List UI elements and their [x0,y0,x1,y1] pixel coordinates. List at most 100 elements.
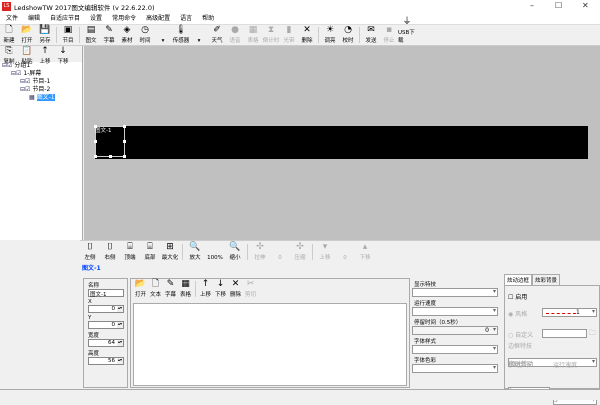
toolbar-button[interactable]: 🔍 缩小 [225,242,245,262]
led-screen[interactable] [95,126,588,159]
checkbox-icon[interactable]: ⊟☑ [2,62,14,69]
style-radio[interactable]: ◉ 风格 [508,309,527,318]
checkbox-icon[interactable]: ⊟☑ [11,70,23,77]
toolbar-button[interactable]: ✎ 字幕 [163,279,178,299]
toolbar-button[interactable]: ▪ 停止 [380,25,398,45]
toolbar-button[interactable]: ↑ 上移 [198,279,213,299]
toolbar-button[interactable]: ⌷ 左侧 [80,242,100,262]
y-stepper[interactable]: 0 ▴▾ [88,321,124,329]
toolbar-button[interactable]: ◷ 时间 [136,25,154,45]
toolbar-button[interactable]: 💾 另存 [36,25,54,45]
toolbar-button[interactable]: ▾ [154,38,172,45]
toolbar-button[interactable]: ☀ 调亮 [321,25,339,45]
toolbar-button[interactable]: ▣ 节目 [59,25,77,45]
toolbar-button[interactable]: ✕ 删除 [298,25,316,45]
menu-item[interactable]: 设置 [90,15,102,22]
toolbar-button[interactable]: ▾ [190,38,208,45]
height-stepper[interactable]: 56 ▴▾ [88,357,124,365]
toolbar-button[interactable]: 🗋 文本 [148,279,163,299]
tree-item[interactable]: ⊟☑ 节目-1 [0,78,82,86]
checkbox-icon[interactable]: ▦ [29,94,37,101]
tree-item[interactable]: ⊟☑ 节目-2 [0,86,82,94]
menu-item[interactable]: 高级配置 [146,15,170,22]
menu-item[interactable]: 常用命令 [112,15,136,22]
menu-item[interactable]: 语言 [180,15,192,22]
custom-field[interactable] [542,329,587,338]
toolbar-icon: ↑ [201,279,210,289]
toolbar-button[interactable]: ● 语音 [226,25,244,45]
close-button[interactable]: ✕ [582,1,589,10]
toolbar-button[interactable]: ▦ 表格 [244,25,262,45]
toolbar-button[interactable]: 0 [335,255,355,262]
content-list[interactable] [133,303,407,386]
toolbar-button[interactable]: ◈ 素材 [118,25,136,45]
name-field[interactable]: 图文-1 [88,289,124,298]
maximize-button[interactable]: ☐ [555,1,562,10]
display-effect-select[interactable] [412,288,498,297]
toolbar-button[interactable]: 📂 打开 [133,279,148,299]
toolbar-button[interactable]: 📋 粘贴 [18,46,36,65]
speed-select[interactable] [412,307,498,316]
toolbar-button[interactable]: ✉ 发送 [362,25,380,45]
checkbox-icon[interactable]: ⊟☑ [20,78,32,85]
toolbar-button[interactable]: 🗋 新建 [0,25,18,45]
spinner-icon[interactable]: ▴▾ [117,322,123,328]
toolbar-button[interactable]: ⌸ 底部 [140,242,160,262]
width-stepper[interactable]: 64 ▴▾ [88,339,124,347]
toolbar-button[interactable]: ▮ 光带 [280,25,298,45]
tab-dynamic-border[interactable]: 炫动边框 [504,274,533,285]
toolbar-button[interactable]: ✕ 删除 [228,279,243,299]
spinner-icon[interactable]: ▴▾ [117,306,123,312]
toolbar-label: 倒计时 [262,38,280,44]
toolbar-button[interactable]: ▤ 图文 [82,25,100,45]
toolbar-button[interactable]: ▴ 下移 [355,242,375,262]
menu-item[interactable]: 自适应节目 [50,15,80,22]
spinner-icon[interactable]: ▴▾ [117,340,123,346]
toolbar-button[interactable]: ◔ 校时 [339,25,357,45]
toolbar-button[interactable]: ⎘ 复制 [0,46,18,65]
toolbar-button[interactable]: ✂ 剪切 [243,279,258,299]
toolbar-button[interactable]: ↓ 下移 [213,279,228,299]
toolbar-label: USB下载 [398,30,415,44]
toolbar-button[interactable]: ⌸ 顶端 [120,242,140,262]
toolbar-button[interactable]: ↓ 下移 [54,46,72,65]
toolbar-button[interactable]: ▦ 表格 [178,279,193,299]
menu-item[interactable]: 文件 [6,15,18,22]
stay-time-stepper[interactable]: 0 [412,326,498,335]
custom-radio[interactable]: ○ 自定义 [508,330,533,339]
spinner-icon[interactable]: ▴▾ [117,358,123,364]
minimize-button[interactable]: – [530,1,534,10]
folder-icon[interactable]: 🗀 [589,329,596,340]
toolbar-button[interactable]: ▾ 上移 [315,242,335,262]
toolbar-button[interactable]: 🔍 放大 [185,242,205,262]
x-stepper[interactable]: 0 ▴▾ [88,305,124,313]
toolbar-label: 上移 [199,292,211,298]
toolbar-button[interactable]: ✐ 天气 [208,25,226,45]
menu-item[interactable]: 帮助 [202,15,214,22]
toolbar-label: 天气 [211,38,223,44]
tree-item[interactable]: ⊟☑ 1-屏幕 [0,70,82,78]
style-select[interactable]: 1 [542,308,597,317]
toolbar-button[interactable]: ⏚ USB下载 [398,17,416,45]
toolbar-label: 图文 [85,38,97,44]
selected-area[interactable]: 图文-1 [94,125,126,158]
toolbar-button[interactable]: 📂 打开 [18,25,36,45]
toolbar-button[interactable]: ✣ 拉伸 [250,242,270,262]
toolbar-button[interactable]: 🌡 传感器 [172,25,190,45]
toolbar-button[interactable]: ✎ 字幕 [100,25,118,45]
font-color-select[interactable] [412,364,498,373]
checkbox-icon[interactable]: ⊟☑ [20,86,32,93]
toolbar-icon: ▴ [362,242,368,252]
tab-dynamic-background[interactable]: 炫彩背景 [532,274,561,285]
menu-item[interactable]: 编辑 [28,15,40,22]
toolbar-button[interactable]: ⧗ 倒计时 [262,25,280,45]
toolbar-button[interactable]: 0 [270,255,290,262]
toolbar-button[interactable]: ⌷ 右侧 [100,242,120,262]
enable-checkbox[interactable]: ☐ 启用 [508,292,527,301]
tree-item[interactable]: ▦ 图文-1 [0,94,82,102]
toolbar-button[interactable]: 100% [205,255,225,262]
toolbar-button[interactable]: ↑ 上移 [36,46,54,65]
font-style-select[interactable] [412,345,498,354]
toolbar-button[interactable]: ⊞ 最大化 [160,242,180,262]
toolbar-button[interactable]: ✣ 压缩 [290,242,310,262]
